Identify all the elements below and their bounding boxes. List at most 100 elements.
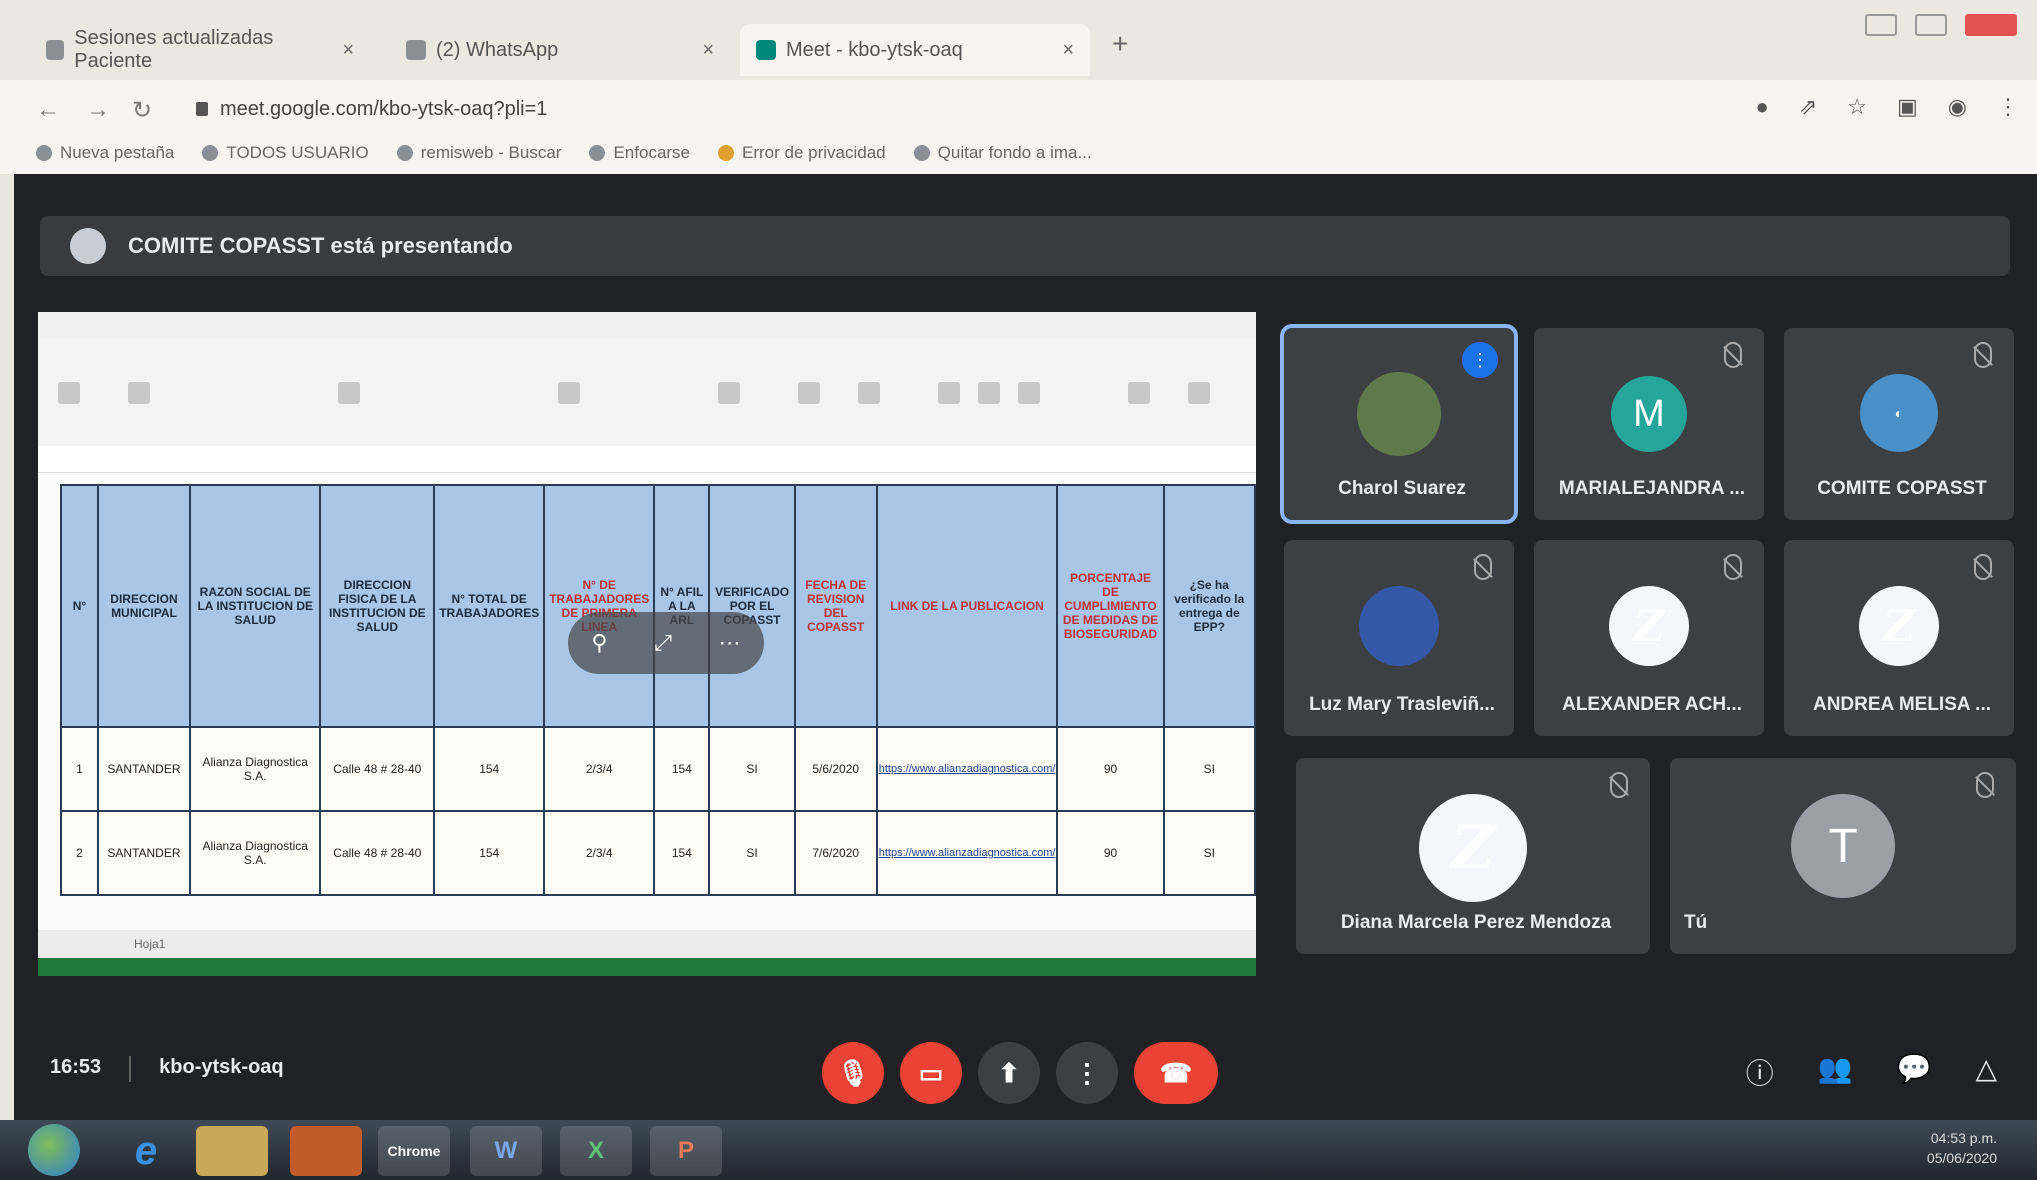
back-icon[interactable]: ← (36, 96, 60, 124)
menu-icon[interactable]: ⋮ (1997, 94, 2019, 120)
bookmark-label: Quitar fondo a ima... (937, 143, 1092, 162)
meeting-time: 16:53 (50, 1056, 102, 1078)
table-cell[interactable]: Alianza Diagnostica S.A. (188, 810, 322, 896)
reload-icon[interactable]: ↻ (132, 96, 152, 125)
presenter-avatar (70, 228, 106, 264)
share-icon[interactable]: ⇗ (1799, 94, 1817, 120)
clock-time[interactable]: 04:53 p.m. (1927, 1128, 1997, 1148)
participant-tile[interactable]: T Tú (1670, 758, 2016, 954)
url-field[interactable]: meet.google.com/kbo-ytsk-oaq?pli=1 (182, 92, 1726, 126)
table-cell[interactable]: 2 (60, 810, 99, 896)
word-icon[interactable]: W (470, 1126, 542, 1176)
participant-tile[interactable]: Z Diana Marcela Perez Mendoza (1296, 758, 1650, 954)
mic-off-icon (1724, 554, 1742, 580)
participant-tile[interactable]: ◐ COMITE COPASST (1784, 328, 2014, 520)
table-cell[interactable]: SANTANDER (96, 810, 191, 896)
table-cell[interactable]: 154 (433, 726, 546, 812)
mic-toggle-button[interactable]: 🎙 (822, 1042, 884, 1104)
table-cell[interactable]: 7/6/2020 (793, 810, 878, 896)
app-label: P (677, 1137, 694, 1164)
mic-off-icon (1474, 554, 1492, 580)
leave-call-button[interactable]: ☎ (1134, 1042, 1218, 1104)
start-button[interactable] (28, 1124, 80, 1176)
sheet-tab[interactable]: Hoja1 (134, 937, 165, 951)
link-cell[interactable]: https://www.alianzadiagnostica.com/ (875, 726, 1059, 812)
new-tab-button[interactable]: + (1112, 28, 1128, 60)
present-icon: ⬆ (998, 1057, 1020, 1088)
forward-icon[interactable]: → (86, 96, 110, 124)
powerpoint-icon[interactable]: P (650, 1126, 722, 1176)
table-cell[interactable]: 1 (60, 726, 99, 812)
table-cell[interactable]: 90 (1056, 810, 1165, 896)
tab-sesiones[interactable]: Sesiones actualizadas Paciente × (30, 24, 370, 76)
clock-date[interactable]: 05/06/2020 (1927, 1148, 1997, 1168)
more-options-button[interactable]: ⋮ (1056, 1042, 1118, 1104)
participant-tile[interactable]: Luz Mary Trasleviñ... (1284, 540, 1514, 736)
chrome-icon[interactable]: Chrome (378, 1126, 450, 1176)
info-icon[interactable]: ⓘ (1746, 1052, 1774, 1092)
table-cell[interactable]: 154 (653, 810, 711, 896)
table-cell[interactable]: SI (708, 810, 796, 896)
explorer-icon[interactable] (196, 1126, 268, 1176)
tab-whatsapp[interactable]: (2) WhatsApp × (390, 24, 730, 76)
table-cell[interactable]: 5/6/2020 (793, 726, 878, 812)
pin-icon[interactable]: ⚲ (591, 630, 607, 656)
media-player-icon[interactable] (290, 1126, 362, 1176)
activities-icon[interactable]: △ (1975, 1052, 1997, 1092)
avatar: T (1791, 794, 1895, 898)
close-icon[interactable]: × (342, 39, 354, 62)
presenter-banner: COMITE COPASST está presentando (40, 216, 2010, 276)
participant-tile[interactable]: ⋮ Charol Suarez (1280, 324, 1518, 524)
bookmark-item[interactable]: remisweb - Buscar (396, 143, 561, 163)
excel-icon[interactable]: X (560, 1126, 632, 1176)
column-header: ¿Se ha verificado la entrega de EPP? (1162, 484, 1256, 728)
chat-icon[interactable]: 💬 (1897, 1052, 1932, 1092)
bookmark-item[interactable]: Quitar fondo a ima... (913, 143, 1092, 163)
close-window-button[interactable] (1965, 14, 2017, 36)
tab-meet[interactable]: Meet - kbo-ytsk-oaq × (740, 24, 1090, 76)
maximize-button[interactable] (1915, 14, 1947, 36)
bookmark-icon (913, 145, 930, 161)
bookmark-item[interactable]: Nueva pestaña (36, 143, 174, 163)
camera-icon[interactable]: ● (1756, 94, 1769, 120)
column-header: DIRECCION FISICA DE LA INSTITUCION DE SA… (319, 484, 436, 728)
participant-name: Tú (1684, 912, 1708, 933)
close-icon[interactable]: × (702, 39, 714, 62)
table-cell[interactable]: SI (1162, 726, 1256, 812)
table-row: 2 SANTANDER Alianza Diagnostica S.A. Cal… (60, 810, 1256, 896)
spreadsheet-table: N° DIRECCION MUNICIPAL RAZON SOCIAL DE L… (60, 484, 1256, 896)
column-header: N° AFIL A LA ARL (653, 484, 711, 728)
table-cell[interactable]: 2/3/4 (543, 726, 656, 812)
link-cell[interactable]: https://www.alianzadiagnostica.com/ (875, 810, 1059, 896)
table-cell[interactable]: 154 (433, 810, 546, 896)
minimize-button[interactable] (1865, 14, 1897, 36)
url-text: meet.google.com/kbo-ytsk-oaq?pli=1 (220, 97, 548, 120)
table-cell[interactable]: Alianza Diagnostica S.A. (188, 726, 322, 812)
table-cell[interactable]: SI (1162, 810, 1256, 896)
close-icon[interactable]: × (1062, 39, 1074, 62)
bookmark-item[interactable]: Enfocarse (589, 143, 690, 163)
bookmark-item[interactable]: TODOS USUARIO (202, 143, 369, 163)
participant-tile[interactable]: Z ANDREA MELISA ... (1784, 540, 2014, 736)
ie-icon[interactable]: e (110, 1126, 182, 1176)
table-cell[interactable]: 2/3/4 (543, 810, 656, 896)
participant-tile[interactable]: M MARIALEJANDRA ... (1534, 328, 1764, 520)
bookmark-item[interactable]: Error de privacidad (718, 143, 886, 163)
present-screen-button[interactable]: ⬆ (978, 1042, 1040, 1104)
participant-tile[interactable]: Z ALEXANDER ACH... (1534, 540, 1764, 736)
table-cell[interactable]: Calle 48 # 28-40 (319, 810, 436, 896)
tab-label: Sesiones actualizadas Paciente (74, 27, 274, 72)
star-icon[interactable]: ☆ (1847, 94, 1867, 120)
table-cell[interactable]: 90 (1056, 726, 1165, 812)
camera-toggle-button[interactable]: ▭ (900, 1042, 962, 1104)
fullscreen-icon[interactable]: ⤢ (654, 630, 672, 656)
table-cell[interactable]: 154 (653, 726, 711, 812)
people-icon[interactable]: 👥 (1818, 1052, 1853, 1092)
table-cell[interactable]: Calle 48 # 28-40 (319, 726, 436, 812)
table-cell[interactable]: SANTANDER (96, 726, 191, 812)
profile-avatar[interactable]: ◉ (1948, 94, 1967, 120)
more-options-icon[interactable]: ⋯ (719, 630, 741, 656)
table-cell[interactable]: SI (708, 726, 796, 812)
find-icon (1188, 382, 1210, 404)
extensions-icon[interactable]: ▣ (1897, 94, 1918, 120)
